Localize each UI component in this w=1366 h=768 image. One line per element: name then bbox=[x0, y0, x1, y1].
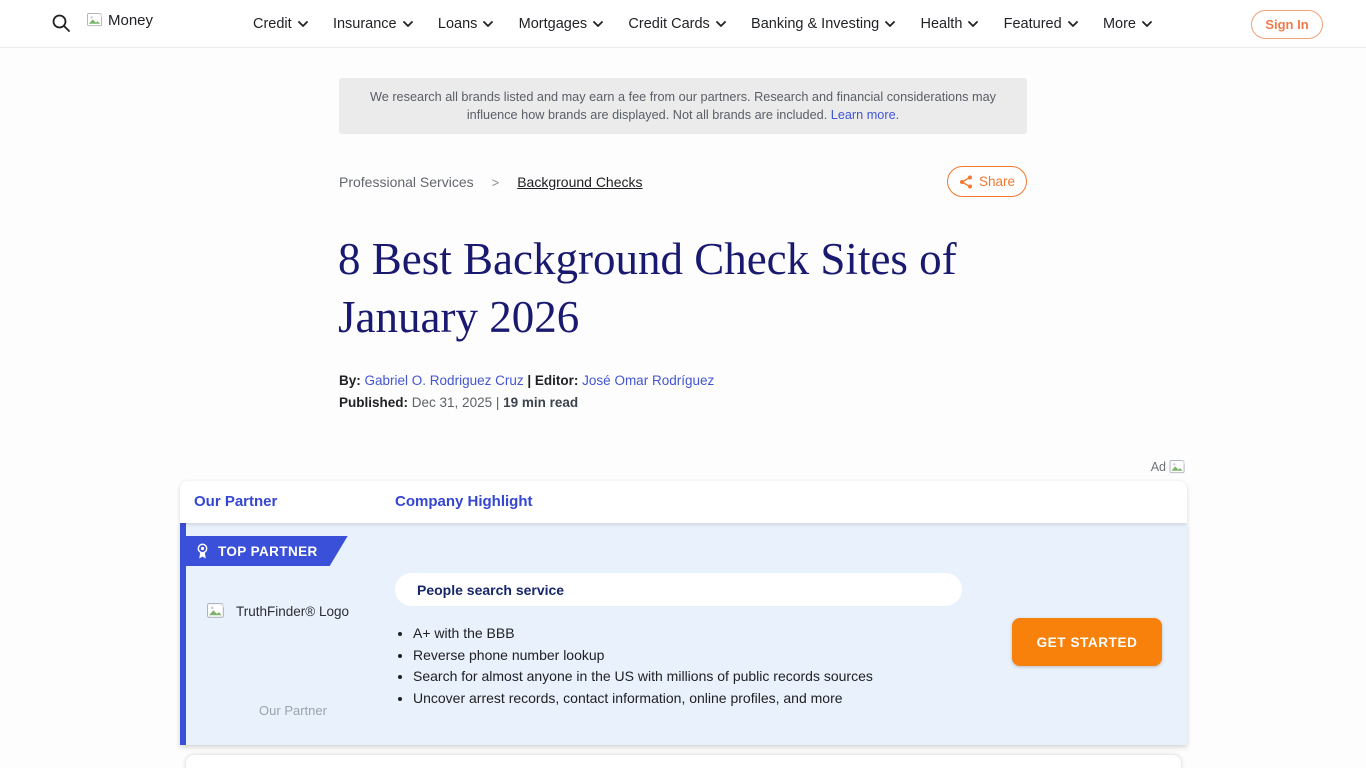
nav-item-insurance[interactable]: Insurance bbox=[333, 16, 413, 32]
chevron-down-icon bbox=[885, 21, 895, 27]
magnifier-glyph bbox=[51, 13, 71, 33]
top-partner-label: TOP PARTNER bbox=[218, 544, 318, 559]
chevron-down-icon bbox=[298, 21, 308, 27]
editor-link[interactable]: José Omar Rodríguez bbox=[582, 373, 714, 388]
top-partner-badge: TOP PARTNER bbox=[180, 536, 348, 566]
ad-label: Ad bbox=[1151, 460, 1166, 474]
published-label: Published: bbox=[339, 395, 408, 410]
broken-image-icon bbox=[87, 13, 104, 28]
nav-item-mortgages[interactable]: Mortgages bbox=[519, 16, 604, 32]
nav-item-more[interactable]: More bbox=[1103, 16, 1152, 32]
publish-line: Published: Dec 31, 2025 | 19 min read bbox=[339, 395, 578, 410]
published-date: Dec 31, 2025 bbox=[412, 395, 492, 410]
partner-comparison-table: Our Partner Company Highlight TOP PARTNE… bbox=[180, 481, 1187, 745]
nav-label: Banking & Investing bbox=[751, 16, 879, 32]
partner-logo-alt-text: TruthFinder® Logo bbox=[236, 604, 349, 619]
nav-label: Featured bbox=[1004, 16, 1062, 32]
page-title: 8 Best Background Check Sites of January… bbox=[338, 230, 1028, 346]
nav-item-featured[interactable]: Featured bbox=[1004, 16, 1078, 32]
chevron-down-icon bbox=[716, 21, 726, 27]
share-icon bbox=[959, 175, 973, 189]
by-label: By: bbox=[339, 373, 361, 388]
disclaimer-text: We research all brands listed and may ea… bbox=[370, 90, 996, 122]
nav-label: More bbox=[1103, 16, 1136, 32]
nav-item-credit[interactable]: Credit bbox=[253, 16, 308, 32]
learn-more-link[interactable]: Learn more. bbox=[831, 108, 899, 122]
chevron-down-icon bbox=[593, 21, 603, 27]
broken-image-icon bbox=[207, 603, 226, 620]
nav-label: Credit Cards bbox=[628, 16, 709, 32]
meta-separator: | bbox=[496, 395, 500, 410]
share-label: Share bbox=[979, 174, 1015, 189]
bullet-item: A+ with the BBB bbox=[413, 623, 1013, 645]
chevron-down-icon bbox=[968, 21, 978, 27]
search-icon[interactable] bbox=[50, 13, 72, 35]
bullet-item: Reverse phone number lookup bbox=[413, 645, 1013, 667]
page: Money Credit Insurance Loans Mortgages C… bbox=[0, 0, 1366, 768]
breadcrumb: Professional Services > Background Check… bbox=[339, 174, 643, 190]
nav-label: Mortgages bbox=[519, 16, 588, 32]
bullet-item: Uncover arrest records, contact informat… bbox=[413, 688, 1013, 710]
chevron-down-icon bbox=[1068, 21, 1078, 27]
highlight-pill-label: People search service bbox=[417, 582, 564, 598]
chevron-down-icon bbox=[483, 21, 493, 27]
breadcrumb-separator: > bbox=[492, 175, 500, 190]
breadcrumb-parent-link[interactable]: Professional Services bbox=[339, 174, 474, 190]
chevron-down-icon bbox=[1142, 21, 1152, 27]
breadcrumb-current-link[interactable]: Background Checks bbox=[517, 174, 642, 190]
partner-logo[interactable]: TruthFinder® Logo bbox=[207, 603, 349, 620]
table-header: Our Partner Company Highlight bbox=[180, 481, 1187, 523]
breadcrumb-row: Professional Services > Background Check… bbox=[339, 166, 1027, 197]
money-logo[interactable]: Money bbox=[87, 12, 153, 29]
bullet-item: Search for almost anyone in the US with … bbox=[413, 666, 1013, 688]
nav-label: Credit bbox=[253, 16, 292, 32]
disclaimer-banner: We research all brands listed and may ea… bbox=[339, 78, 1027, 134]
column-header-company-highlight: Company Highlight bbox=[395, 493, 533, 510]
author-link[interactable]: Gabriel O. Rodriguez Cruz bbox=[365, 373, 524, 388]
nav-item-banking-investing[interactable]: Banking & Investing bbox=[751, 16, 895, 32]
logo-alt-text: Money bbox=[108, 12, 153, 29]
broken-image-icon bbox=[1169, 460, 1187, 475]
nav-label: Insurance bbox=[333, 16, 397, 32]
nav-item-loans[interactable]: Loans bbox=[438, 16, 494, 32]
share-button[interactable]: Share bbox=[947, 166, 1027, 197]
sign-in-button[interactable]: Sign In bbox=[1251, 10, 1323, 39]
nav-label: Loans bbox=[438, 16, 478, 32]
ad-label-row: Ad bbox=[180, 458, 1187, 476]
byline-separator: | bbox=[527, 373, 531, 388]
top-navigation-bar: Money Credit Insurance Loans Mortgages C… bbox=[0, 0, 1366, 48]
main-nav: Credit Insurance Loans Mortgages Credit … bbox=[253, 0, 1152, 48]
nav-item-health[interactable]: Health bbox=[920, 16, 978, 32]
column-header-our-partner: Our Partner bbox=[194, 493, 277, 510]
nav-item-credit-cards[interactable]: Credit Cards bbox=[628, 16, 725, 32]
highlight-bullet-list: A+ with the BBB Reverse phone number loo… bbox=[413, 623, 1013, 710]
award-ribbon-icon bbox=[196, 543, 209, 560]
partner-row: TOP PARTNER TruthFinder® Logo Our Partne… bbox=[180, 523, 1187, 745]
next-card-preview bbox=[186, 755, 1181, 768]
company-highlight-pill: People search service bbox=[395, 573, 962, 606]
our-partner-caption: Our Partner bbox=[233, 703, 353, 718]
get-started-button[interactable]: GET STARTED bbox=[1012, 618, 1162, 666]
nav-label: Health bbox=[920, 16, 962, 32]
chevron-down-icon bbox=[403, 21, 413, 27]
read-time: 19 min read bbox=[503, 395, 578, 410]
byline: By: Gabriel O. Rodriguez Cruz | Editor: … bbox=[339, 373, 714, 388]
editor-label: Editor: bbox=[535, 373, 579, 388]
